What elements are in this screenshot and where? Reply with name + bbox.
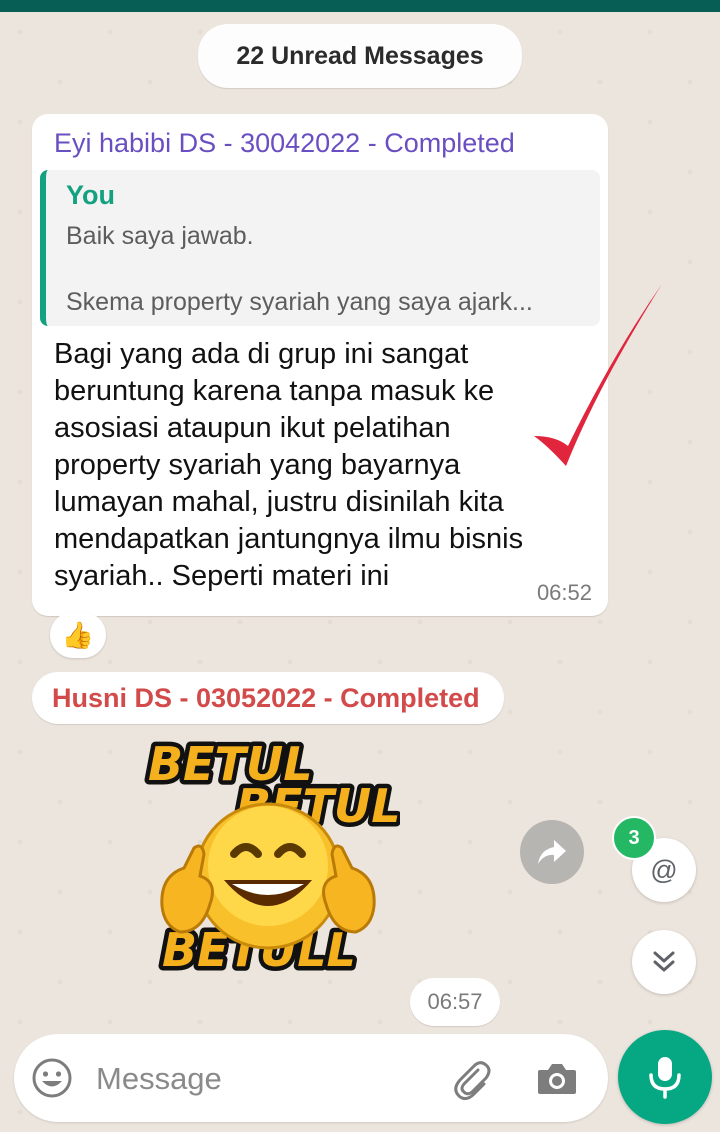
emoji-icon[interactable] xyxy=(30,1056,74,1100)
message-input[interactable] xyxy=(94,1058,418,1100)
message-composer xyxy=(14,1034,608,1122)
sender-name[interactable]: Eyi habibi DS - 30042022 - Completed xyxy=(54,128,515,159)
unread-messages-banner: 22 Unread Messages xyxy=(198,24,522,88)
forward-icon xyxy=(538,840,566,864)
voice-message-button[interactable] xyxy=(618,1030,712,1124)
sticker-image: BETUL BETUL BETULL xyxy=(144,733,406,982)
forward-button[interactable] xyxy=(520,820,584,884)
quoted-message[interactable]: You Baik saya jawab. Skema property syar… xyxy=(40,170,600,326)
message-bubble[interactable]: Eyi habibi DS - 30042022 - Completed You… xyxy=(32,114,608,616)
quoted-text: Skema property syariah yang saya ajark..… xyxy=(66,288,533,316)
sender-name[interactable]: Husni DS - 03052022 - Completed xyxy=(32,672,504,724)
top-bar xyxy=(0,0,720,12)
mention-count-badge: 3 xyxy=(612,816,656,860)
message-time: 06:52 xyxy=(536,580,592,605)
quoted-text: Baik saya jawab. xyxy=(66,222,254,250)
checkmark-annotation-icon xyxy=(534,284,662,466)
scroll-to-bottom-button[interactable] xyxy=(632,930,696,994)
camera-icon[interactable] xyxy=(534,1056,580,1102)
message-text: Bagi yang ada di grup ini sangat beruntu… xyxy=(54,338,524,592)
reaction-badge[interactable]: 👍 xyxy=(50,612,106,658)
double-chevron-down-icon xyxy=(653,951,675,972)
quoted-author: You xyxy=(66,180,115,210)
paperclip-icon[interactable] xyxy=(448,1056,494,1102)
message-time: 06:57 xyxy=(410,978,500,1026)
sticker[interactable]: BETUL BETUL BETULL xyxy=(140,733,406,982)
microphone-icon xyxy=(649,1057,681,1099)
